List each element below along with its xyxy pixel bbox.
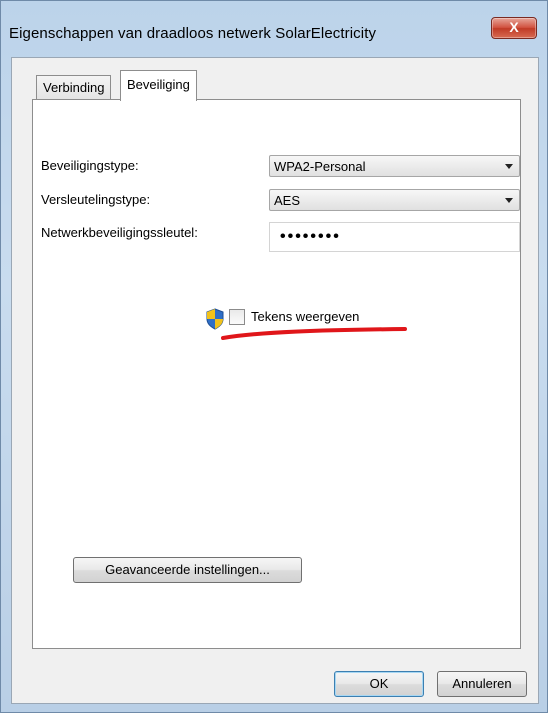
show-characters-checkbox[interactable] <box>229 309 245 325</box>
dialog-client-area: Verbinding Beveiliging Beveiligingstype:… <box>11 57 539 704</box>
chevron-down-icon <box>505 198 513 203</box>
encryption-type-select[interactable]: AES <box>269 189 520 211</box>
window-title: Eigenschappen van draadloos netwerk Sola… <box>9 25 377 42</box>
tab-panel-beveiliging: Beveiligingstype: WPA2-Personal Versleut… <box>32 99 521 649</box>
network-key-field[interactable]: •••••••• <box>269 222 520 252</box>
ok-button[interactable]: OK <box>334 671 424 697</box>
encryption-type-value: AES <box>274 193 301 208</box>
network-key-label: Netwerkbeveiligingssleutel: <box>41 225 198 240</box>
close-icon: X <box>509 19 519 35</box>
tab-beveiliging[interactable]: Beveiliging <box>120 70 197 101</box>
security-type-label: Beveiligingstype: <box>41 158 139 173</box>
encryption-type-label: Versleutelingstype: <box>41 192 151 207</box>
cancel-button[interactable]: Annuleren <box>437 671 527 697</box>
red-underline-annotation <box>221 327 407 340</box>
security-type-select[interactable]: WPA2-Personal <box>269 155 520 177</box>
chevron-down-icon <box>505 164 513 169</box>
tab-verbinding[interactable]: Verbinding <box>36 75 112 100</box>
close-button[interactable]: X <box>491 17 537 39</box>
show-characters-label[interactable]: Tekens weergeven <box>251 309 359 324</box>
dialog-window: Eigenschappen van draadloos netwerk Sola… <box>0 0 548 713</box>
security-type-value: WPA2-Personal <box>274 159 366 174</box>
advanced-settings-button[interactable]: Geavanceerde instellingen... <box>73 557 302 583</box>
